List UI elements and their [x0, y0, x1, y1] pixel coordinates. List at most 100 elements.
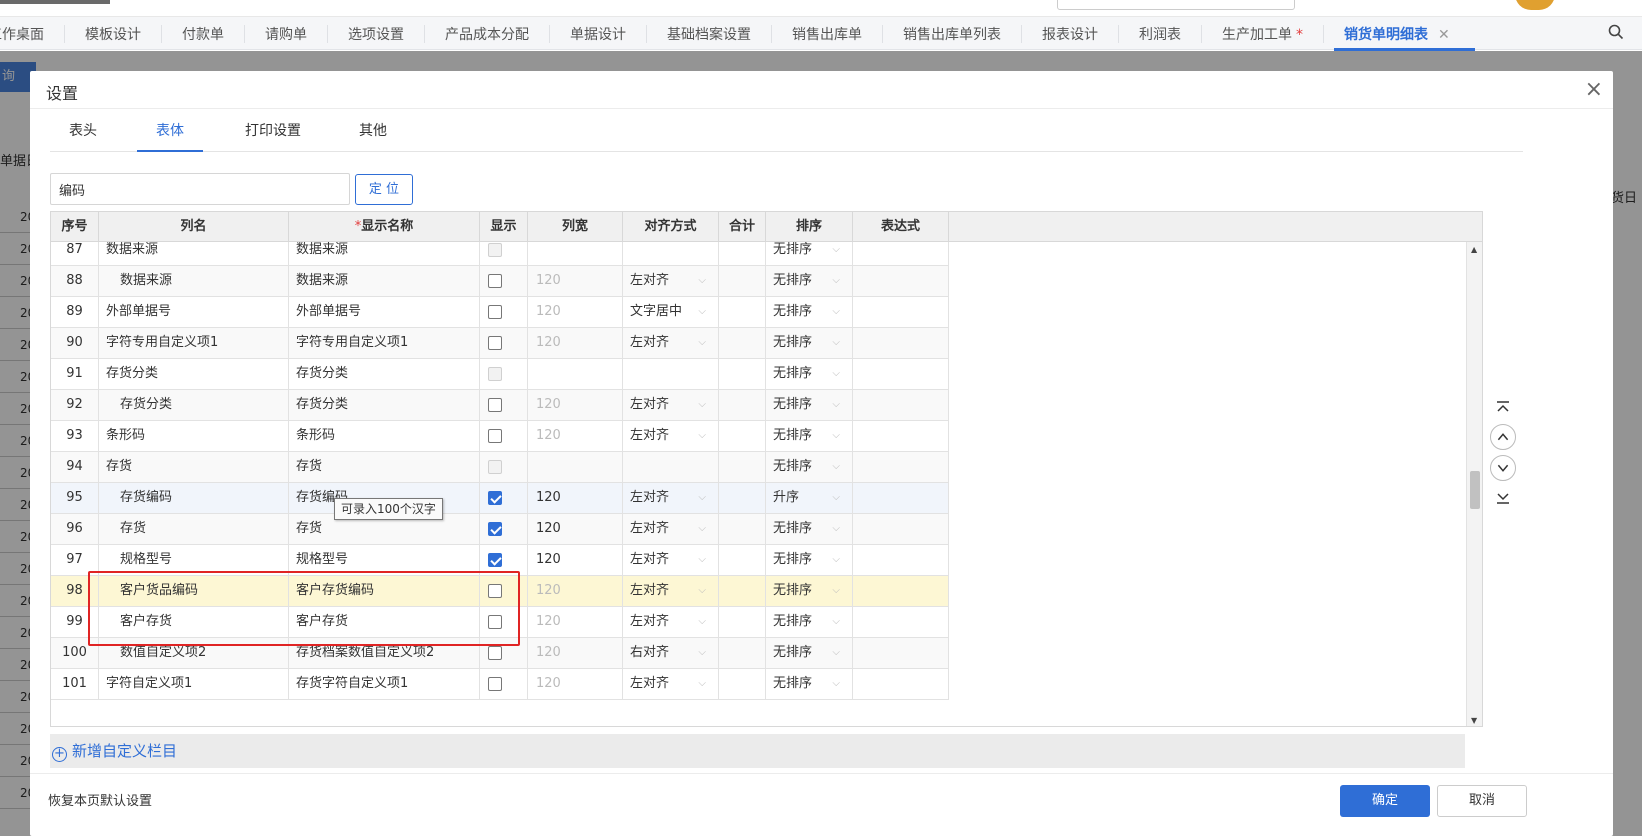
- cell-width[interactable]: 120: [528, 545, 623, 576]
- show-checkbox[interactable]: [488, 274, 502, 288]
- cell-sort[interactable]: 无排序 ⌵: [766, 545, 853, 576]
- restore-default-link[interactable]: 恢复本页默认设置: [48, 790, 152, 809]
- cell-align[interactable]: 左对齐 ⌵: [623, 266, 719, 297]
- cell-align[interactable]: 右对齐 ⌵: [623, 638, 719, 669]
- cell-sum[interactable]: [719, 359, 766, 390]
- top-tab[interactable]: 付款单: [182, 17, 224, 50]
- show-checkbox[interactable]: [488, 336, 502, 350]
- cell-align[interactable]: 左对齐 ⌵: [623, 669, 719, 700]
- show-checkbox[interactable]: [488, 429, 502, 443]
- cell-align[interactable]: [623, 452, 719, 483]
- tab-other[interactable]: 其他: [340, 120, 406, 152]
- top-tab[interactable]: 销售出库单列表: [903, 17, 1001, 50]
- cell-width[interactable]: 120: [528, 576, 623, 607]
- cell-display-name[interactable]: 外部单据号: [289, 297, 480, 328]
- search-icon[interactable]: [1608, 24, 1624, 40]
- tab-body[interactable]: 表体: [137, 120, 203, 152]
- table-row[interactable]: 94 存货 存货 无排序 ⌵: [51, 452, 949, 483]
- move-to-bottom-icon[interactable]: [1490, 485, 1516, 511]
- cell-width[interactable]: 120: [528, 390, 623, 421]
- cell-width[interactable]: 120: [528, 638, 623, 669]
- cell-display-name[interactable]: 条形码: [289, 421, 480, 452]
- cell-expression[interactable]: [853, 266, 949, 297]
- cell-display-name[interactable]: 存货分类: [289, 390, 480, 421]
- cell-width[interactable]: 120: [528, 483, 623, 514]
- cell-width[interactable]: [528, 359, 623, 390]
- show-checkbox[interactable]: [488, 491, 502, 505]
- table-row[interactable]: 89 外部单据号 外部单据号 120 文字居中 ⌵ 无排序 ⌵: [51, 297, 949, 328]
- cell-expression[interactable]: [853, 638, 949, 669]
- add-custom-column-button[interactable]: + 新增自定义栏目: [52, 740, 177, 762]
- table-row[interactable]: 93 条形码 条形码 120 左对齐 ⌵ 无排序 ⌵: [51, 421, 949, 452]
- cell-sort[interactable]: 无排序 ⌵: [766, 390, 853, 421]
- table-row[interactable]: 95 存货编码 存货编码 120 左对齐 ⌵ 升序 ⌵: [51, 483, 949, 514]
- cell-sort[interactable]: 无排序 ⌵: [766, 266, 853, 297]
- cell-display-name[interactable]: 存货字符自定义项1: [289, 669, 480, 700]
- table-row[interactable]: 91 存货分类 存货分类 无排序 ⌵: [51, 359, 949, 390]
- table-row[interactable]: 92 存货分类 存货分类 120 左对齐 ⌵ 无排序 ⌵: [51, 390, 949, 421]
- cell-display-name[interactable]: 客户存货编码: [289, 576, 480, 607]
- cell-display-name[interactable]: 存货档案数值自定义项2: [289, 638, 480, 669]
- scroll-up-icon[interactable]: ▲: [1471, 245, 1477, 254]
- cell-sort[interactable]: 无排序 ⌵: [766, 328, 853, 359]
- show-checkbox[interactable]: [488, 553, 502, 567]
- table-row[interactable]: 90 字符专用自定义项1 字符专用自定义项1 120 左对齐 ⌵ 无排序 ⌵: [51, 328, 949, 359]
- cell-sum[interactable]: [719, 328, 766, 359]
- cell-expression[interactable]: [853, 452, 949, 483]
- cell-align[interactable]: 左对齐 ⌵: [623, 421, 719, 452]
- cell-sum[interactable]: [719, 483, 766, 514]
- cell-display-name[interactable]: 客户存货: [289, 607, 480, 638]
- cell-align[interactable]: 文字居中 ⌵: [623, 297, 719, 328]
- global-search-box[interactable]: [1057, 0, 1295, 10]
- cell-display-name[interactable]: 字符专用自定义项1: [289, 328, 480, 359]
- cell-sum[interactable]: [719, 514, 766, 545]
- top-tab[interactable]: 基础档案设置: [667, 17, 751, 50]
- show-checkbox[interactable]: [488, 522, 502, 536]
- cell-sum[interactable]: [719, 421, 766, 452]
- table-row[interactable]: 98 客户货品编码 客户存货编码 120 左对齐 ⌵ 无排序 ⌵: [51, 576, 949, 607]
- cell-sum[interactable]: [719, 242, 766, 266]
- top-tab[interactable]: 生产加工单 *: [1222, 17, 1303, 50]
- cell-align[interactable]: 左对齐 ⌵: [623, 390, 719, 421]
- cell-align[interactable]: [623, 359, 719, 390]
- cell-align[interactable]: [623, 242, 719, 266]
- cell-expression[interactable]: [853, 390, 949, 421]
- top-tab[interactable]: 选项设置: [348, 17, 404, 50]
- cell-align[interactable]: 左对齐 ⌵: [623, 328, 719, 359]
- cancel-button[interactable]: 取消: [1437, 785, 1527, 817]
- scroll-down-icon[interactable]: ▼: [1471, 716, 1477, 725]
- cell-width[interactable]: 120: [528, 266, 623, 297]
- tab-print-settings[interactable]: 打印设置: [226, 120, 320, 152]
- table-row[interactable]: 101 字符自定义项1 存货字符自定义项1 120 左对齐 ⌵ 无排序 ⌵: [51, 669, 949, 700]
- cell-expression[interactable]: [853, 421, 949, 452]
- cell-width[interactable]: 120: [528, 421, 623, 452]
- top-tab[interactable]: 产品成本分配: [445, 17, 529, 50]
- cell-width[interactable]: 120: [528, 514, 623, 545]
- close-tab-icon[interactable]: ✕: [1438, 27, 1450, 43]
- cell-sort[interactable]: 无排序 ⌵: [766, 421, 853, 452]
- show-checkbox[interactable]: [488, 305, 502, 319]
- cell-expression[interactable]: [853, 242, 949, 266]
- cell-sum[interactable]: [719, 545, 766, 576]
- locate-button[interactable]: 定 位: [355, 174, 413, 205]
- cell-sum[interactable]: [719, 266, 766, 297]
- top-tab[interactable]: 请购单: [265, 17, 307, 50]
- cell-align[interactable]: 左对齐 ⌵: [623, 576, 719, 607]
- cell-align[interactable]: 左对齐 ⌵: [623, 607, 719, 638]
- cell-expression[interactable]: [853, 669, 949, 700]
- ok-button[interactable]: 确定: [1340, 785, 1430, 817]
- cell-align[interactable]: 左对齐 ⌵: [623, 545, 719, 576]
- cell-width[interactable]: [528, 242, 623, 266]
- cell-expression[interactable]: [853, 545, 949, 576]
- cell-sort[interactable]: 无排序 ⌵: [766, 669, 853, 700]
- cell-width[interactable]: 120: [528, 607, 623, 638]
- column-search-input[interactable]: [50, 173, 350, 205]
- top-tab[interactable]: 报表设计: [1042, 17, 1098, 50]
- cell-sum[interactable]: [719, 390, 766, 421]
- cell-expression[interactable]: [853, 328, 949, 359]
- cell-sort[interactable]: 无排序 ⌵: [766, 607, 853, 638]
- cell-sum[interactable]: [719, 452, 766, 483]
- cell-expression[interactable]: [853, 607, 949, 638]
- table-row[interactable]: 97 规格型号 规格型号 120 左对齐 ⌵ 无排序 ⌵: [51, 545, 949, 576]
- table-row[interactable]: 88 数据来源 数据来源 120 左对齐 ⌵ 无排序 ⌵: [51, 266, 949, 297]
